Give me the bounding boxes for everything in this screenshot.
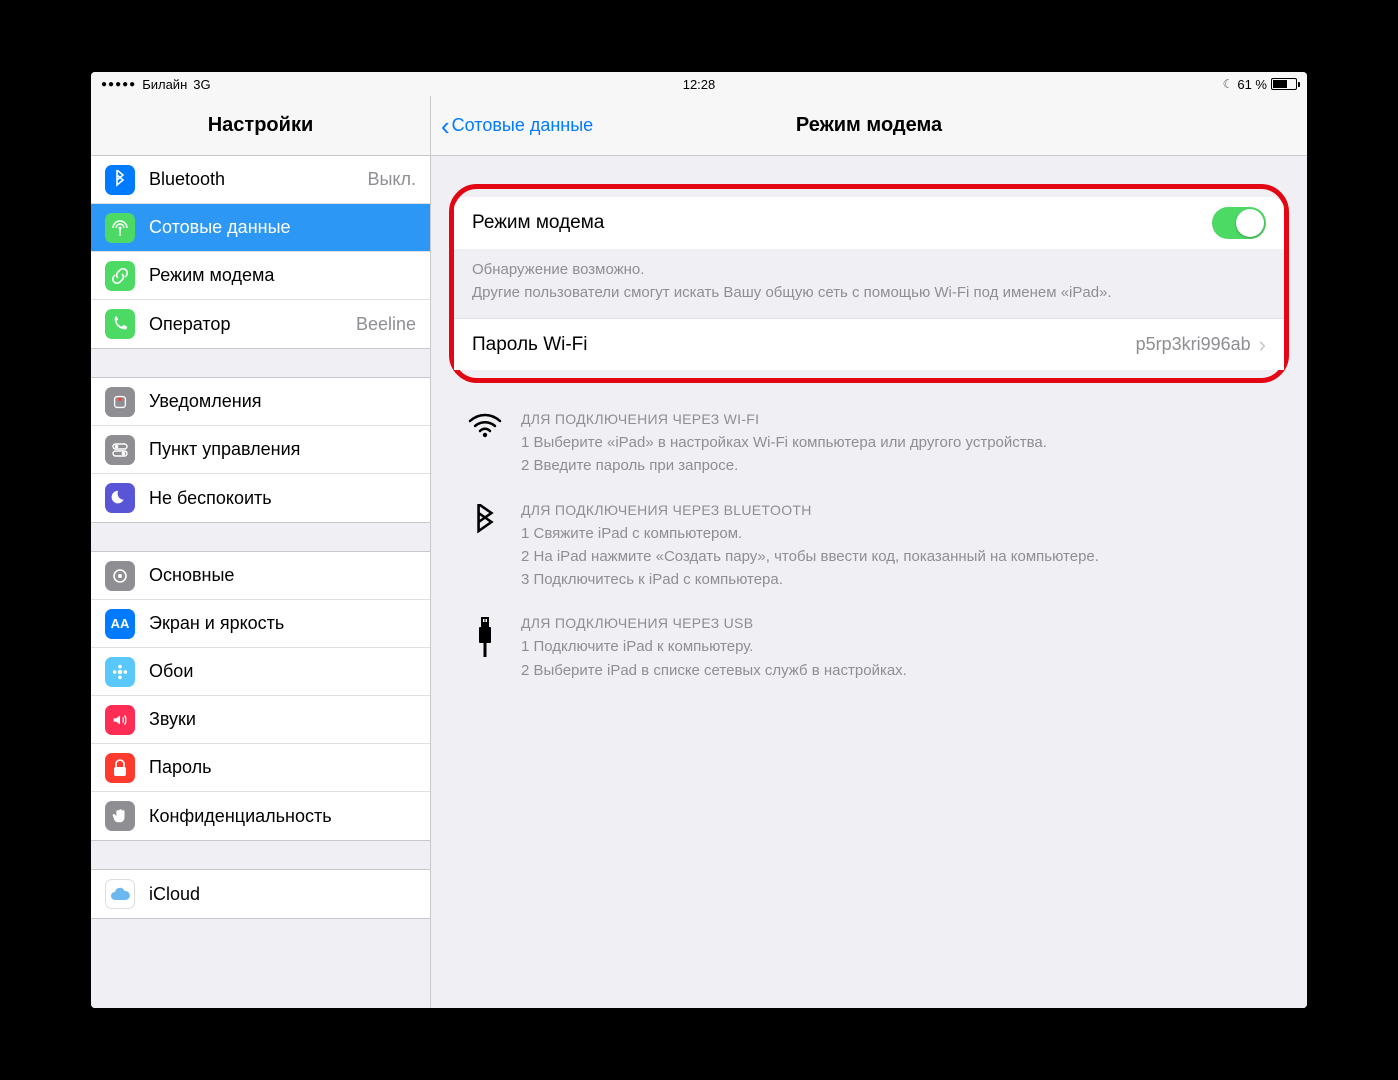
sidebar-item-value: Beeline xyxy=(356,314,416,335)
sidebar-item-пункт-управления[interactable]: Пункт управления xyxy=(91,426,430,474)
clock: 12:28 xyxy=(683,77,716,92)
sidebar-item-label: iCloud xyxy=(149,884,416,905)
sidebar-item-оператор[interactable]: ОператорBeeline xyxy=(91,300,430,348)
moon-icon xyxy=(105,483,135,513)
sidebar-item-звуки[interactable]: Звуки xyxy=(91,696,430,744)
sidebar-item-режим-модема[interactable]: Режим модема xyxy=(91,252,430,300)
settings-sidebar: Настройки BluetoothВыкл. Сотовые данные Ре… xyxy=(91,96,431,1008)
carrier-label: Билайн xyxy=(142,77,187,92)
sidebar-item-label: Пароль xyxy=(149,757,416,778)
instruction-block-bt: ДЛЯ ПОДКЛЮЧЕНИЯ ЧЕРЕЗ BLUETOOTH 1 Свяжите… xyxy=(449,496,1289,610)
sidebar-item-label: Основные xyxy=(149,565,416,586)
gear-icon xyxy=(105,561,135,591)
hand-icon xyxy=(105,801,135,831)
highlight-callout: Режим модема Обнаружение возможно. Други… xyxy=(449,184,1289,383)
status-bar: ●●●●● Билайн 3G 12:28 ☾ 61 % xyxy=(91,72,1307,96)
instruction-line: 3 Подключитесь к iPad с компьютера. xyxy=(521,568,1099,591)
instruction-block-wifi: ДЛЯ ПОДКЛЮЧЕНИЯ ЧЕРЕЗ WI-FI 1 Выберите «i… xyxy=(449,405,1289,496)
sidebar-item-label: Оператор xyxy=(149,314,356,335)
cloud-icon xyxy=(105,879,135,909)
sidebar-title: Настройки xyxy=(91,96,430,156)
instruction-line: 1 Свяжите iPad с компьютером. xyxy=(521,522,1099,545)
sidebar-item-label: Не беспокоить xyxy=(149,488,416,509)
sidebar-item-bluetooth[interactable]: BluetoothВыкл. xyxy=(91,156,430,204)
lock-icon xyxy=(105,753,135,783)
chevron-right-icon: › xyxy=(1259,332,1266,358)
sidebar-item-пароль[interactable]: Пароль xyxy=(91,744,430,792)
sidebar-item-label: Звуки xyxy=(149,709,416,730)
flower-icon xyxy=(105,657,135,687)
chevron-left-icon: ‹ xyxy=(441,113,450,139)
wifi-password-value: p5rp3kri996ab xyxy=(1136,334,1251,355)
sidebar-item-label: Пункт управления xyxy=(149,439,416,460)
instruction-line: 2 На iPad нажмите «Создать пару», чтобы … xyxy=(521,545,1099,568)
instruction-heading: ДЛЯ ПОДКЛЮЧЕНИЯ ЧЕРЕЗ BLUETOOTH xyxy=(521,502,1099,518)
battery-icon xyxy=(1271,78,1297,90)
detail-pane: ‹ Сотовые данные Режим модема Режим моде… xyxy=(431,96,1307,1008)
sidebar-item-конфиденциальность[interactable]: Конфиденциальность xyxy=(91,792,430,840)
page-title: Режим модема xyxy=(796,114,942,137)
instruction-block-usb: ДЛЯ ПОДКЛЮЧЕНИЯ ЧЕРЕЗ USB 1 Подключите iP… xyxy=(449,609,1289,700)
sidebar-item-label: Bluetooth xyxy=(149,169,367,190)
sidebar-item-экран-и-яркость[interactable]: AA Экран и яркость xyxy=(91,600,430,648)
hotspot-label: Режим модема xyxy=(472,212,1212,234)
hotspot-footer: Обнаружение возможно. Другие пользовател… xyxy=(454,249,1284,318)
phone-icon xyxy=(105,309,135,339)
instruction-heading: ДЛЯ ПОДКЛЮЧЕНИЯ ЧЕРЕЗ WI-FI xyxy=(521,411,1047,427)
wifi-password-row[interactable]: Пароль Wi-Fi p5rp3kri996ab › xyxy=(454,318,1284,370)
sidebar-item-label: Обои xyxy=(149,661,416,682)
sidebar-item-обои[interactable]: Обои xyxy=(91,648,430,696)
battery-percent: 61 % xyxy=(1237,77,1267,92)
sidebar-item-label: Сотовые данные xyxy=(149,217,416,238)
sidebar-item-icloud[interactable]: iCloud xyxy=(91,870,430,918)
instruction-heading: ДЛЯ ПОДКЛЮЧЕНИЯ ЧЕРЕЗ USB xyxy=(521,615,907,631)
speaker-icon xyxy=(105,705,135,735)
sidebar-item-label: Экран и яркость xyxy=(149,613,416,634)
back-label: Сотовые данные xyxy=(452,115,594,136)
bell-icon xyxy=(105,387,135,417)
instruction-line: 1 Подключите iPad к компьютеру. xyxy=(521,635,907,658)
sidebar-item-уведомления[interactable]: Уведомления xyxy=(91,378,430,426)
antenna-icon xyxy=(105,213,135,243)
link-icon xyxy=(105,261,135,291)
bt-icon xyxy=(105,165,135,195)
sidebar-item-label: Режим модема xyxy=(149,265,416,286)
network-label: 3G xyxy=(193,77,210,92)
instruction-line: 2 Выберите iPad в списке сетевых служб в… xyxy=(521,659,907,682)
usb-icon xyxy=(467,615,503,657)
AA-icon: AA xyxy=(105,609,135,639)
sidebar-item-label: Уведомления xyxy=(149,391,416,412)
dnd-moon-icon: ☾ xyxy=(1223,77,1234,91)
switches-icon xyxy=(105,435,135,465)
wifi-icon xyxy=(467,411,503,439)
instruction-line: 1 Выберите «iPad» в настройках Wi-Fi ком… xyxy=(521,431,1047,454)
sidebar-item-основные[interactable]: Основные xyxy=(91,552,430,600)
hotspot-toggle-row[interactable]: Режим модема xyxy=(454,197,1284,249)
sidebar-item-не-беспокоить[interactable]: Не беспокоить xyxy=(91,474,430,522)
instruction-line: 2 Введите пароль при запросе. xyxy=(521,454,1047,477)
bt-icon xyxy=(467,502,503,540)
sidebar-item-сотовые-данные[interactable]: Сотовые данные xyxy=(91,204,430,252)
signal-dots-icon: ●●●●● xyxy=(101,79,136,90)
back-button[interactable]: ‹ Сотовые данные xyxy=(431,113,593,139)
sidebar-item-label: Конфиденциальность xyxy=(149,806,416,827)
hotspot-toggle[interactable] xyxy=(1212,207,1266,239)
sidebar-item-value: Выкл. xyxy=(367,169,416,190)
wifi-password-label: Пароль Wi-Fi xyxy=(472,334,1136,356)
